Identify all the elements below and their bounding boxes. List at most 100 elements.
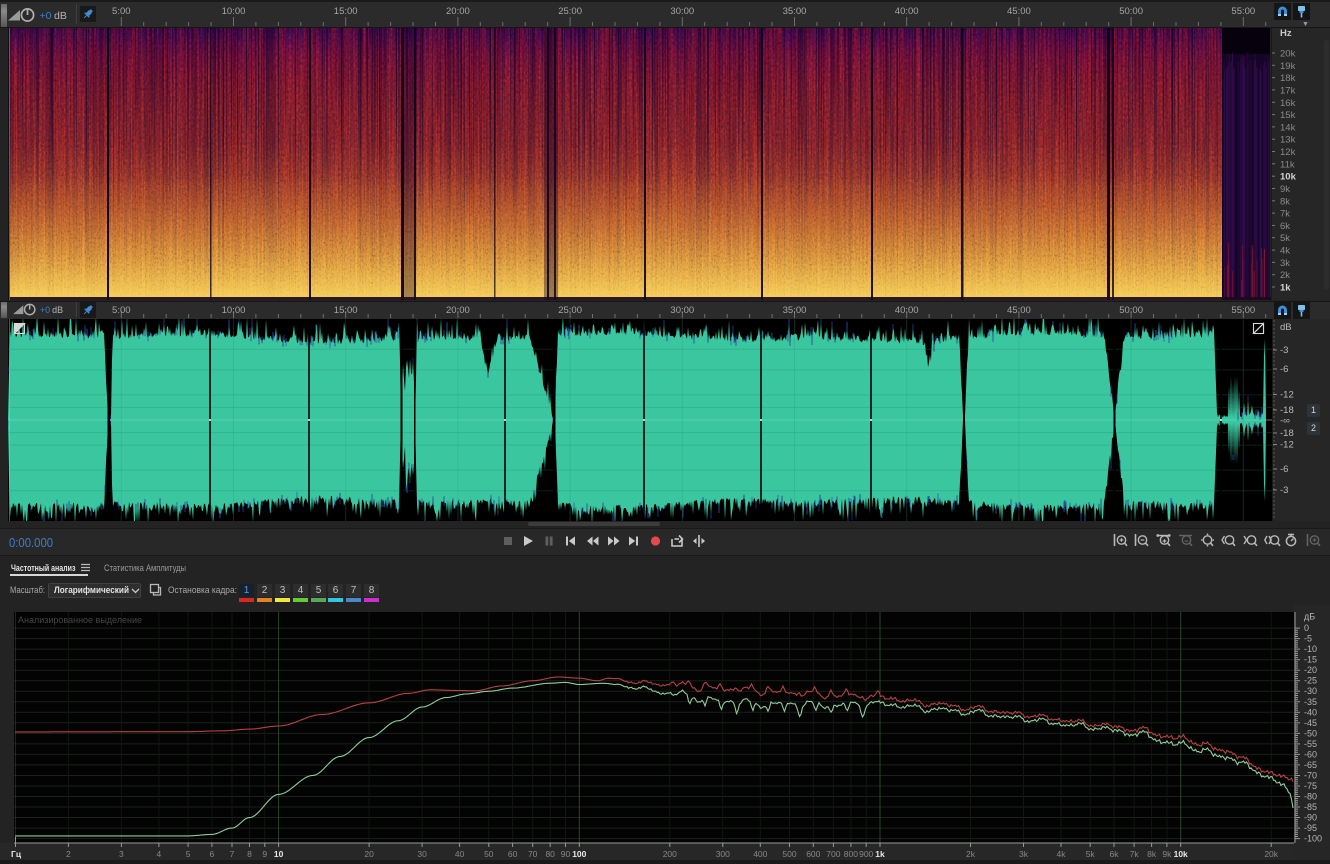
svg-text:100: 100 [572,849,586,859]
svg-text:13k: 13k [1280,135,1296,146]
svg-text:-6: -6 [1280,364,1288,375]
svg-text:400: 400 [753,849,767,859]
svg-text:3k: 3k [1019,849,1029,859]
svg-text:9k: 9k [1280,184,1290,195]
svg-text:19k: 19k [1280,61,1296,72]
svg-text:Гц: Гц [11,849,22,859]
svg-text:4: 4 [157,849,162,859]
svg-text:9k: 9k [1162,849,1172,859]
svg-text:45:00: 45:00 [1007,305,1031,316]
svg-text:3k: 3k [1280,258,1290,269]
svg-text:20: 20 [364,849,374,859]
svg-text:30: 30 [417,849,427,859]
svg-text:500: 500 [782,849,796,859]
svg-text:30:00: 30:00 [670,305,694,316]
svg-text:25:00: 25:00 [558,6,582,17]
svg-text:7k: 7k [1130,849,1140,859]
svg-text:1k: 1k [875,849,885,859]
svg-text:2k: 2k [966,849,976,859]
svg-text:-30: -30 [1304,686,1317,696]
svg-text:-75: -75 [1304,781,1317,791]
svg-text:dB: dB [1280,322,1292,333]
svg-text:-∞: -∞ [1280,416,1290,427]
svg-text:20k: 20k [1264,849,1278,859]
svg-text:3: 3 [119,849,124,859]
svg-text:8k: 8k [1147,849,1157,859]
svg-text:-55: -55 [1304,739,1317,749]
svg-text:5:00: 5:00 [112,6,131,17]
svg-text:16k: 16k [1280,98,1296,109]
svg-text:9: 9 [262,849,267,859]
svg-text:300: 300 [716,849,730,859]
svg-text:-12: -12 [1280,440,1294,451]
svg-text:8: 8 [247,849,252,859]
svg-text:80: 80 [545,849,555,859]
svg-text:-60: -60 [1304,749,1317,759]
svg-text:10k: 10k [1280,172,1297,183]
svg-text:25:00: 25:00 [558,305,582,316]
svg-text:5k: 5k [1086,849,1096,859]
svg-text:-18: -18 [1280,428,1294,439]
svg-text:-5: -5 [1304,634,1312,644]
svg-text:18k: 18k [1280,73,1296,84]
svg-text:90: 90 [561,849,571,859]
svg-text:6k: 6k [1110,849,1120,859]
svg-text:Анализированное выделение: Анализированное выделение [18,615,142,625]
svg-text:-6: -6 [1280,464,1288,475]
svg-text:5k: 5k [1280,233,1290,244]
svg-text:-20: -20 [1304,665,1317,675]
svg-text:8k: 8k [1280,196,1290,207]
svg-text:-3: -3 [1280,485,1288,496]
svg-text:600: 600 [806,849,820,859]
svg-text:30:00: 30:00 [670,6,694,17]
svg-text:Hz: Hz [1280,28,1292,39]
svg-text:70: 70 [528,849,538,859]
svg-text:0: 0 [1304,623,1309,633]
svg-text:10:00: 10:00 [222,305,246,316]
svg-text:50: 50 [484,849,494,859]
svg-text:-80: -80 [1304,792,1317,802]
svg-text:700: 700 [826,849,840,859]
svg-text:20:00: 20:00 [446,6,470,17]
svg-text:6k: 6k [1280,221,1290,232]
svg-text:12k: 12k [1280,147,1296,158]
svg-text:10: 10 [274,849,284,859]
svg-text:+0: +0 [40,305,50,315]
svg-text:15:00: 15:00 [334,6,358,17]
svg-text:-70: -70 [1304,771,1317,781]
svg-text:15k: 15k [1280,110,1296,121]
svg-text:10:00: 10:00 [222,6,246,17]
svg-text:5:00: 5:00 [112,305,131,316]
svg-text:дБ: дБ [1304,612,1315,622]
svg-text:60: 60 [508,849,518,859]
svg-text:-45: -45 [1304,718,1317,728]
svg-text:7: 7 [230,849,235,859]
svg-text:dB: dB [52,305,63,315]
svg-text:-90: -90 [1304,813,1317,823]
svg-text:-15: -15 [1304,655,1317,665]
svg-text:55:00: 55:00 [1231,6,1255,17]
svg-text:1k: 1k [1280,283,1291,294]
svg-text:15:00: 15:00 [334,305,358,316]
svg-text:35:00: 35:00 [783,305,807,316]
svg-text:-10: -10 [1304,644,1317,654]
svg-text:-12: -12 [1280,390,1294,401]
svg-text:40:00: 40:00 [895,6,919,17]
svg-text:4k: 4k [1280,246,1290,257]
svg-text:5: 5 [186,849,191,859]
svg-text:50:00: 50:00 [1119,305,1143,316]
svg-text:7k: 7k [1280,209,1290,220]
svg-text:40:00: 40:00 [895,305,919,316]
svg-text:2k: 2k [1280,270,1290,281]
svg-text:20:00: 20:00 [446,305,470,316]
svg-text:4k: 4k [1057,849,1067,859]
svg-text:-50: -50 [1304,728,1317,738]
svg-text:6: 6 [210,849,215,859]
svg-text:10k: 10k [1174,849,1188,859]
svg-text:-18: -18 [1280,405,1294,416]
svg-text:45:00: 45:00 [1007,6,1031,17]
svg-text:14k: 14k [1280,122,1296,133]
svg-text:-40: -40 [1304,707,1317,717]
svg-text:20k: 20k [1280,49,1296,60]
svg-text:200: 200 [663,849,677,859]
